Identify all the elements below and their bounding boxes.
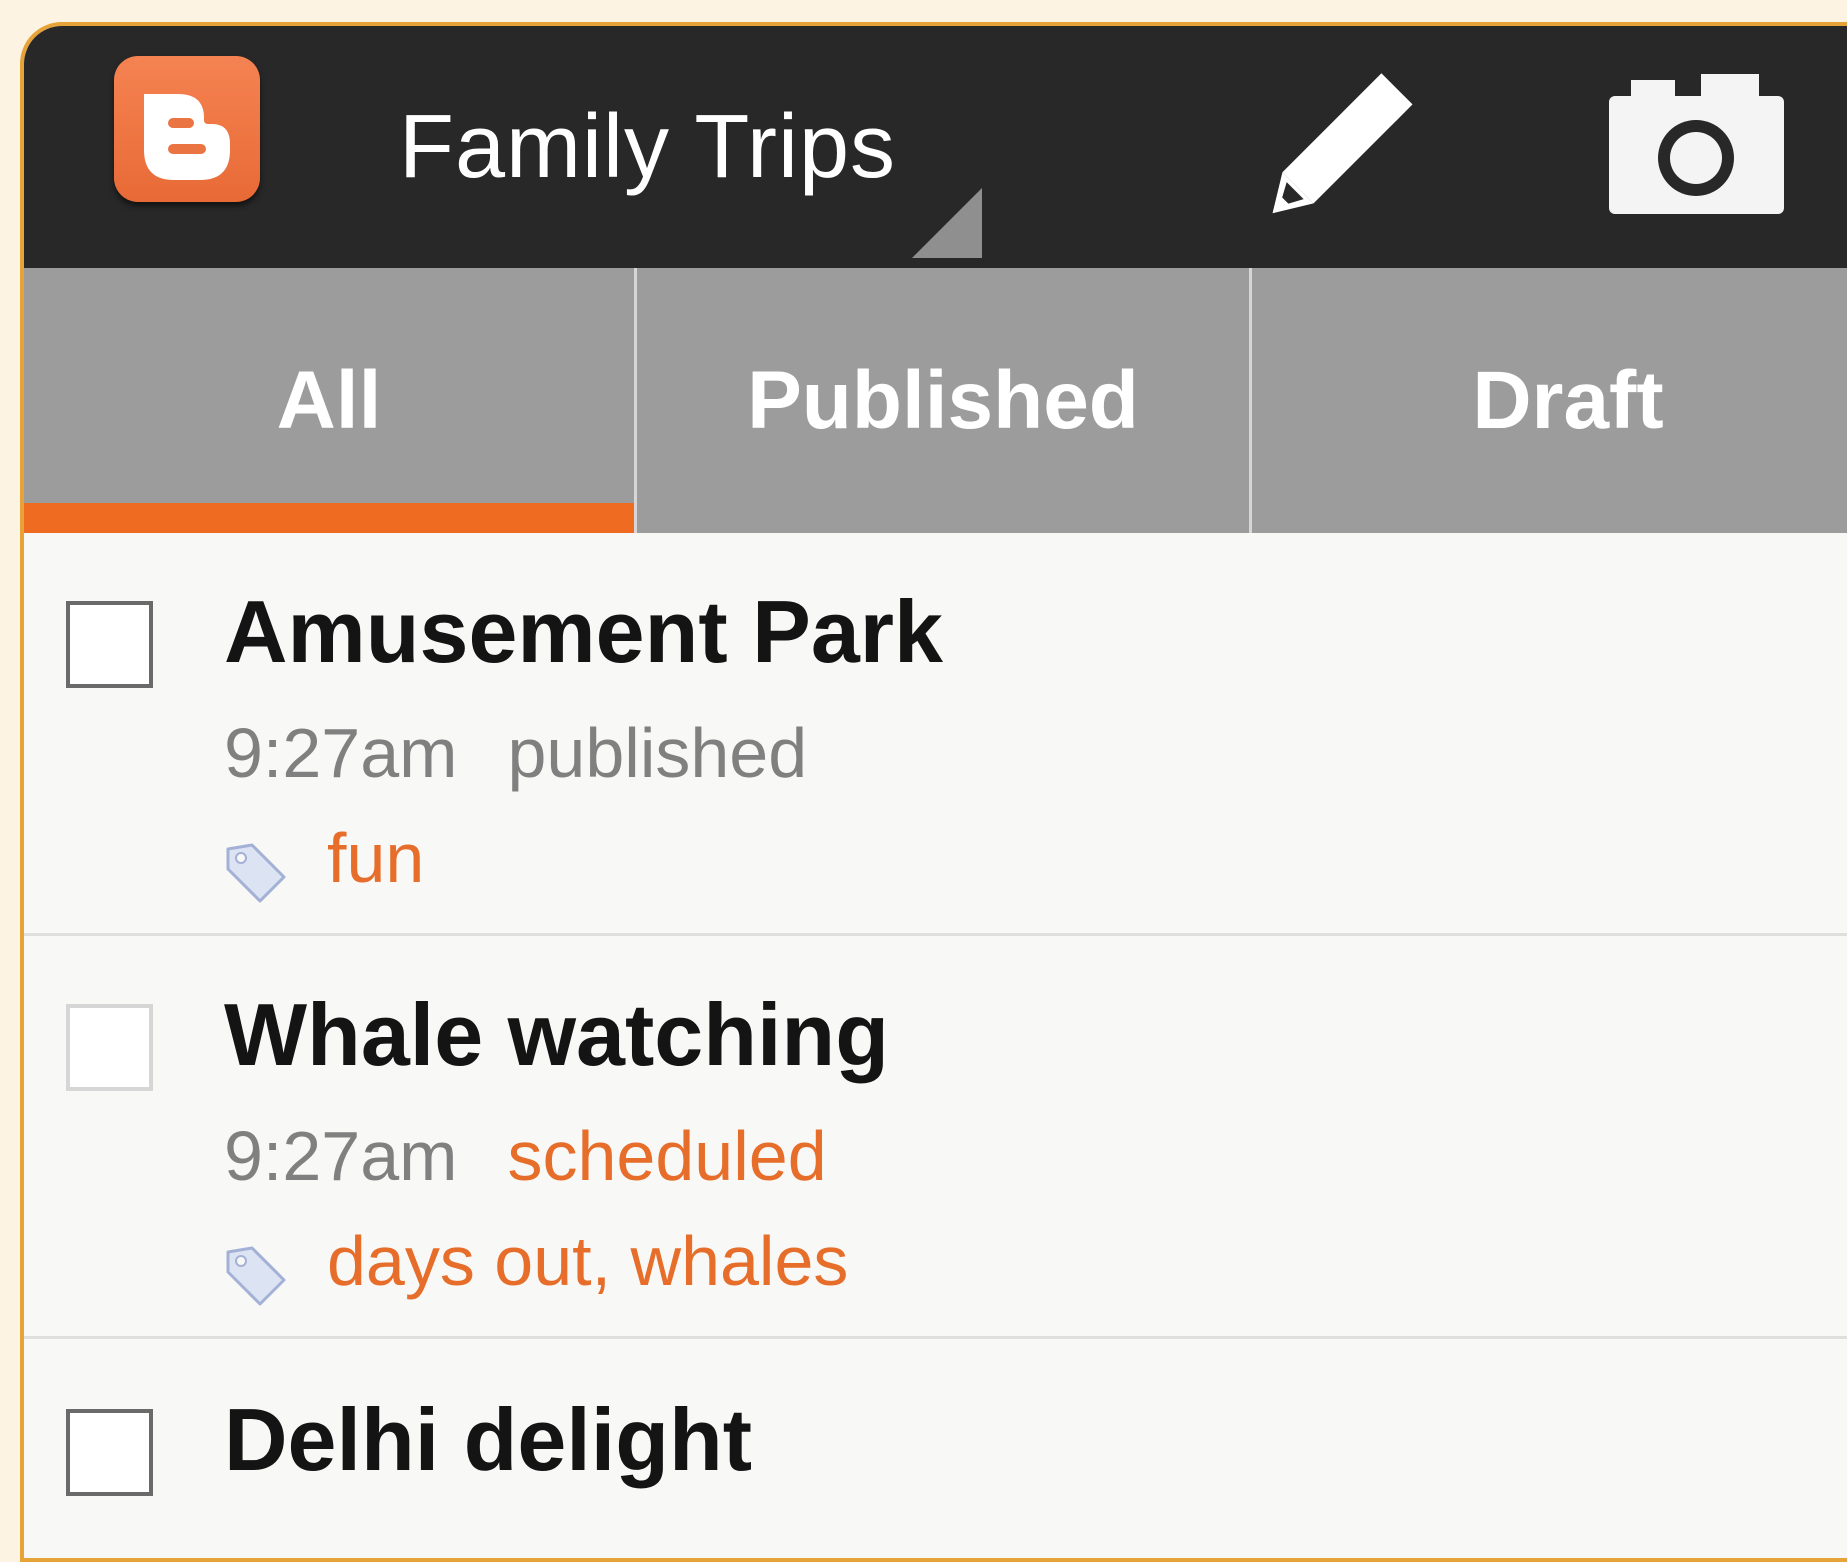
list-item[interactable]: Whale watching 9:27am scheduled days out,…: [24, 936, 1847, 1336]
post-status: scheduled: [507, 1117, 827, 1195]
pencil-icon[interactable]: [1239, 44, 1439, 244]
selected-tab-indicator: [24, 503, 634, 533]
post-title: Whale watching: [224, 985, 889, 1084]
post-meta: 9:27am scheduled: [224, 1116, 827, 1196]
app-window: Family Trips All Published Draft Amuseme…: [20, 22, 1847, 1562]
action-bar: Family Trips: [24, 26, 1847, 268]
post-tags: days out, whales: [327, 1222, 849, 1300]
post-meta: 9:27am published: [224, 713, 807, 793]
list-item[interactable]: Delhi delight: [24, 1339, 1847, 1558]
post-title: Delhi delight: [224, 1390, 752, 1489]
post-status: published: [507, 714, 808, 792]
post-time: 9:27am: [224, 714, 458, 792]
post-time: 9:27am: [224, 1117, 458, 1195]
blog-selector[interactable]: Family Trips: [399, 96, 896, 199]
post-checkbox[interactable]: [66, 1409, 153, 1496]
list-item[interactable]: Amusement Park 9:27am published fun: [24, 533, 1847, 933]
post-checkbox[interactable]: [66, 1004, 153, 1091]
tab-published[interactable]: Published: [637, 268, 1249, 533]
tag-icon: [226, 1246, 286, 1306]
post-checkbox[interactable]: [66, 601, 153, 688]
tab-all[interactable]: All: [24, 268, 634, 533]
dropdown-indicator-icon[interactable]: [912, 188, 982, 258]
post-filter-tabs: All Published Draft: [24, 268, 1847, 533]
camera-icon[interactable]: [1609, 68, 1809, 218]
post-tags: fun: [327, 819, 425, 897]
tag-icon: [226, 843, 286, 903]
blogger-logo-icon[interactable]: [114, 56, 260, 202]
post-title: Amusement Park: [224, 582, 943, 681]
tab-draft[interactable]: Draft: [1252, 268, 1847, 533]
